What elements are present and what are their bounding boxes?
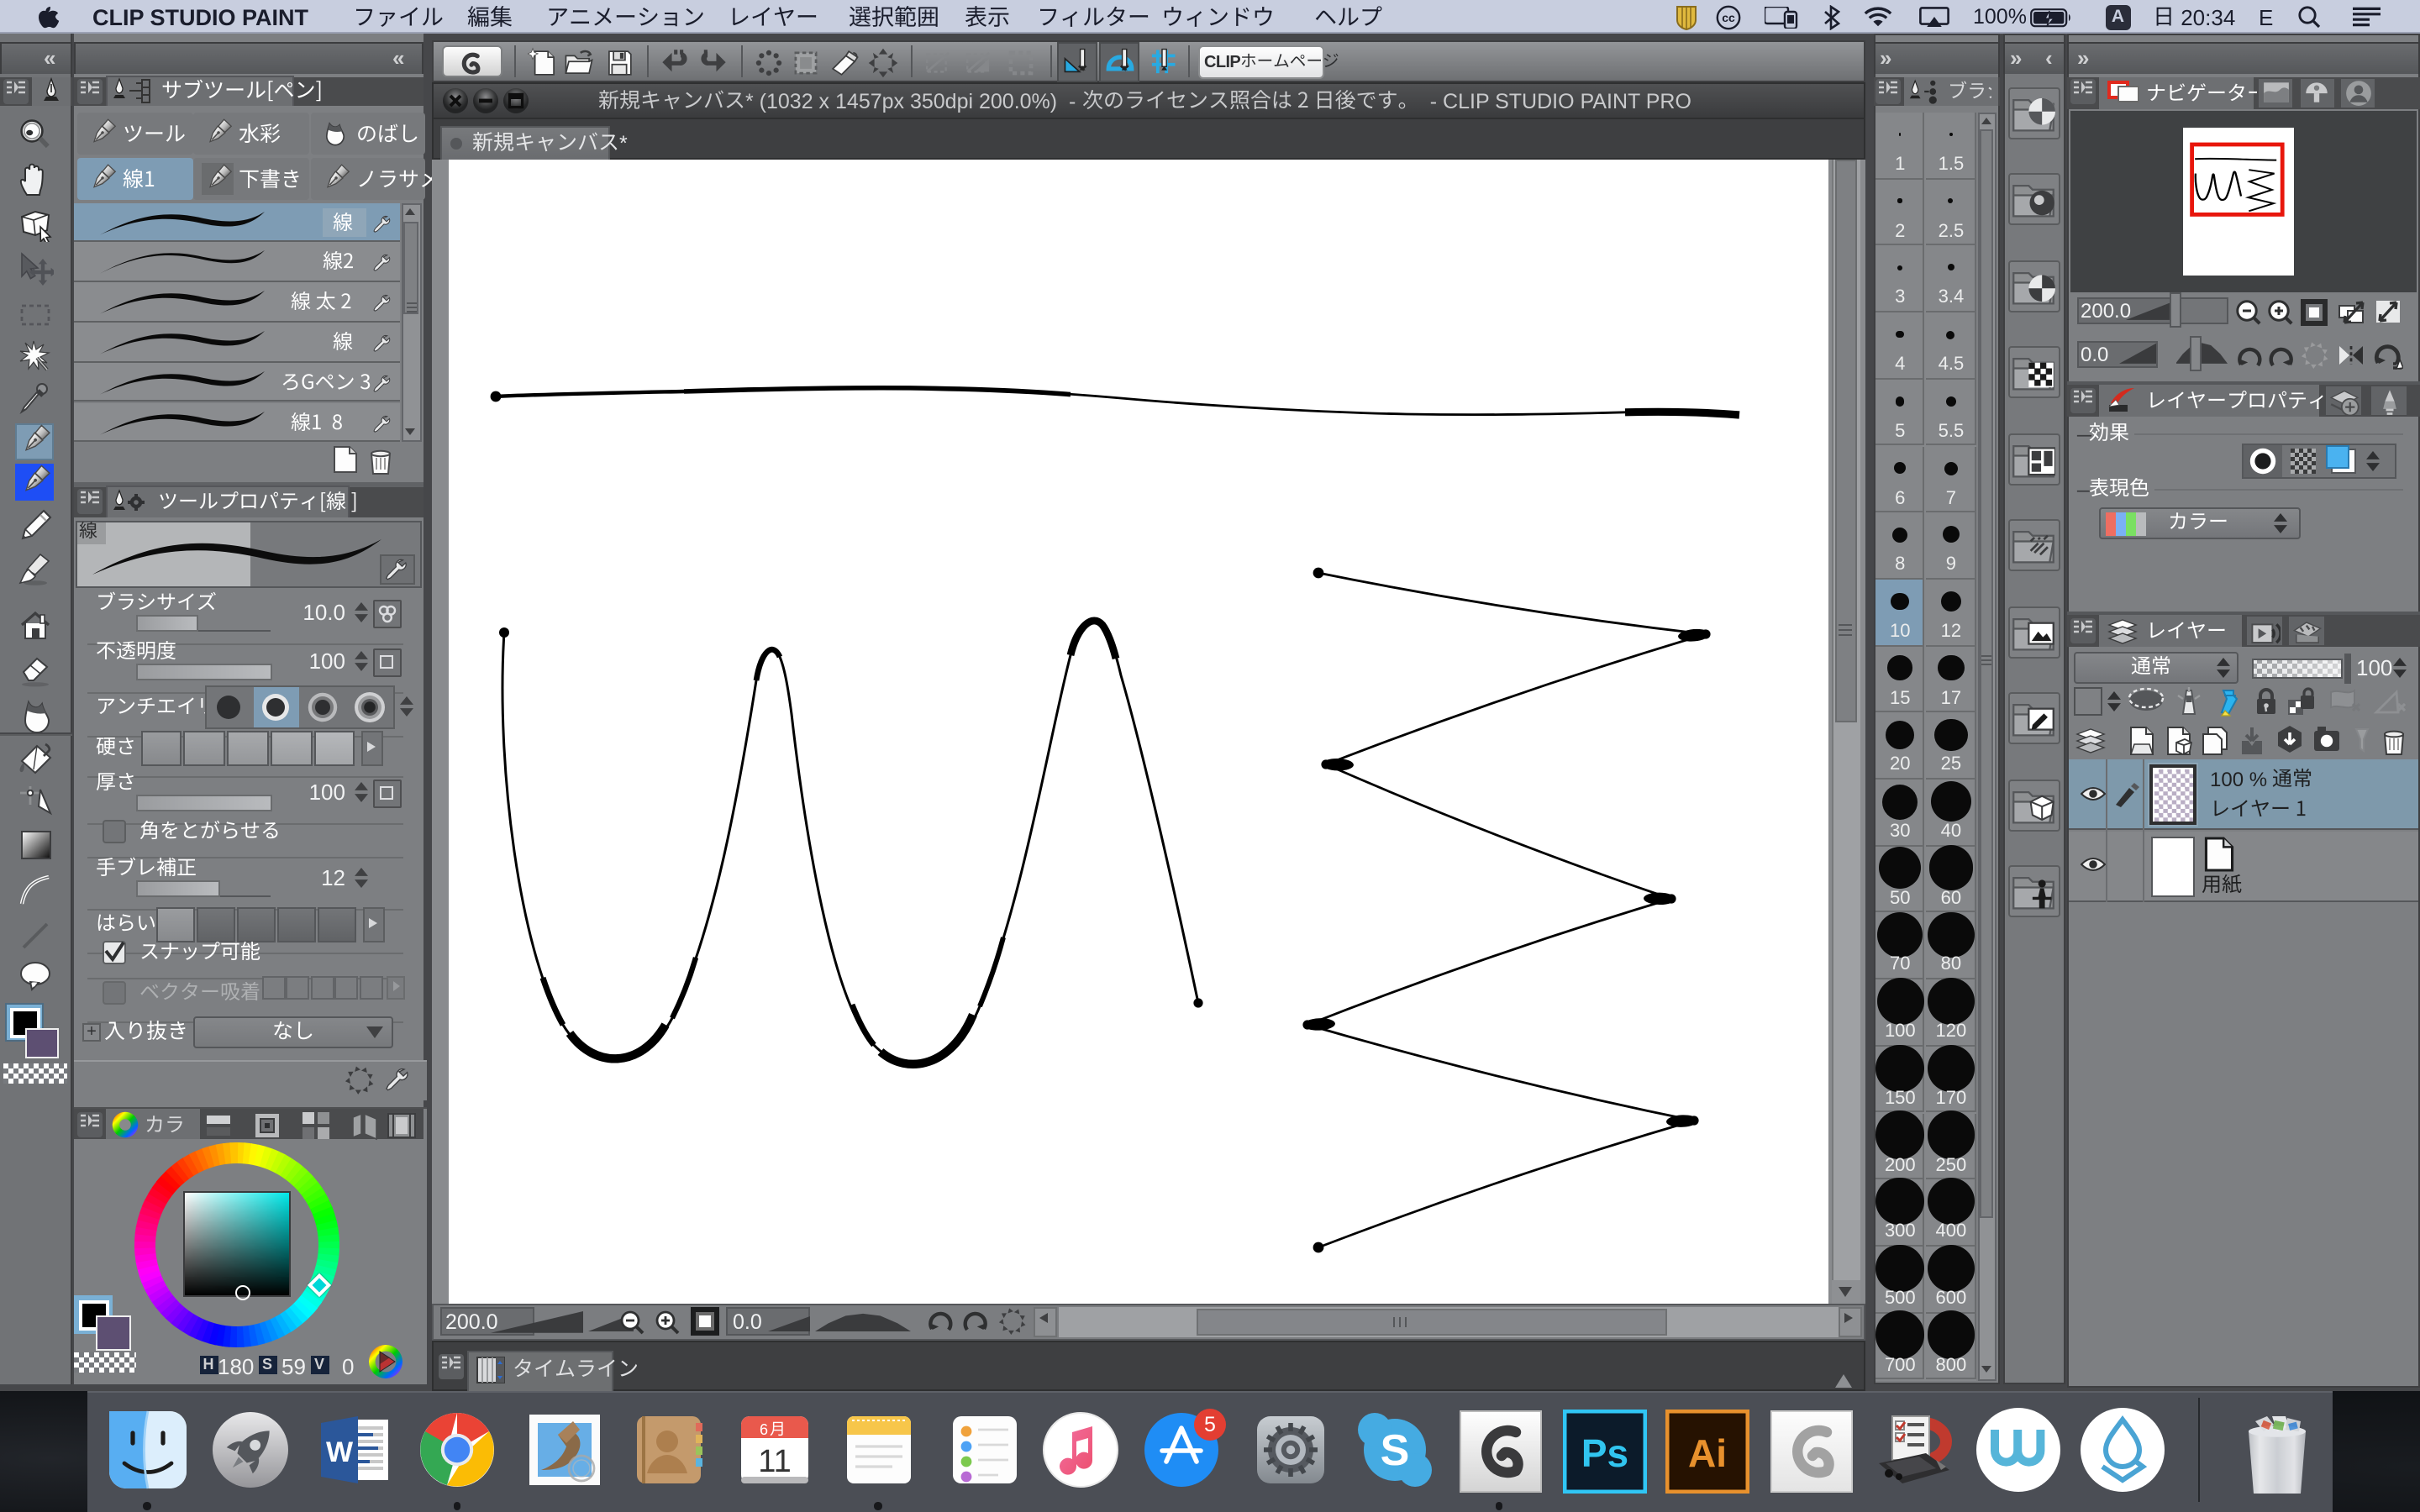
svg-text:6: 6 — [760, 1421, 768, 1438]
svg-text:S: S — [1380, 1426, 1409, 1475]
svg-text:cc: cc — [1722, 11, 1735, 24]
svg-text:Ps: Ps — [1581, 1431, 1628, 1475]
svg-text:11: 11 — [758, 1444, 791, 1479]
svg-text:Ai: Ai — [1688, 1431, 1727, 1475]
svg-text:5: 5 — [1203, 1413, 1215, 1436]
svg-text:W: W — [326, 1436, 354, 1468]
